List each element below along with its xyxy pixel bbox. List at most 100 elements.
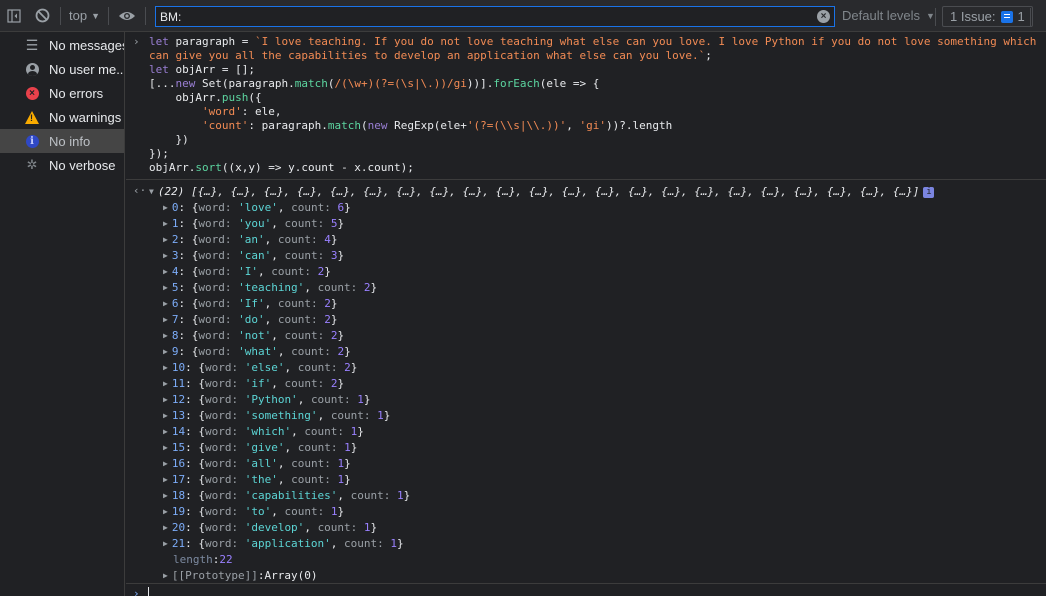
- array-item-row[interactable]: ▶ 15: {word: 'give', count: 1}: [126, 440, 1046, 456]
- item-count: 2: [324, 313, 331, 326]
- expand-triangle-icon[interactable]: ▶: [163, 217, 168, 231]
- item-word: 'do': [238, 313, 265, 326]
- toolbar-divider: [145, 6, 146, 25]
- expand-triangle-icon[interactable]: ▶: [163, 457, 168, 471]
- sidebar-item-label: No verbose: [49, 157, 116, 173]
- item-count: 1: [350, 425, 358, 438]
- sidebar-item-label: No errors: [49, 85, 104, 101]
- array-item-row[interactable]: ▶ 4: {word: 'I', count: 2}: [126, 264, 1046, 280]
- sidebar-toggle-icon: [7, 8, 21, 23]
- array-item-row[interactable]: ▶ 5: {word: 'teaching', count: 2}: [126, 280, 1046, 296]
- array-summary-text: (22) [{…}, {…}, {…}, {…}, {…}, {…}, {…},…: [157, 185, 920, 198]
- item-count: 2: [330, 377, 338, 390]
- console-input-entry: › let paragraph = `I love teaching. If y…: [126, 32, 1046, 180]
- array-item-row[interactable]: ▶ 17: {word: 'the', count: 1}: [126, 472, 1046, 488]
- item-word: 'to': [244, 505, 272, 518]
- filter-input[interactable]: [160, 9, 817, 24]
- code-block: let paragraph = `I love teaching. If you…: [149, 35, 1037, 174]
- sidebar-item-messages[interactable]: ☰ No messages: [0, 33, 124, 57]
- expand-triangle-icon[interactable]: ▶: [163, 329, 168, 343]
- array-item-row[interactable]: ▶ 12: {word: 'Python', count: 1}: [126, 392, 1046, 408]
- expand-triangle-icon[interactable]: ▶: [163, 569, 168, 583]
- levels-label: Default levels: [842, 8, 921, 23]
- array-item-row[interactable]: ▶ 6: {word: 'If', count: 2}: [126, 296, 1046, 312]
- item-index: 4: [171, 265, 179, 278]
- sidebar-item-label: No user me...: [49, 61, 124, 77]
- expand-triangle-icon[interactable]: ▶: [163, 201, 168, 215]
- array-item-row[interactable]: ▶ 13: {word: 'something', count: 1}: [126, 408, 1046, 424]
- item-index: 19: [171, 505, 186, 518]
- item-word: 'love': [238, 201, 278, 214]
- expand-triangle-icon[interactable]: ▶: [163, 281, 168, 295]
- item-count: 2: [344, 361, 351, 374]
- info-badge-icon[interactable]: i: [923, 186, 935, 198]
- array-item-row[interactable]: ▶ 10: {word: 'else', count: 2}: [126, 360, 1046, 376]
- array-item-row[interactable]: ▶ 16: {word: 'all', count: 1}: [126, 456, 1046, 472]
- item-count: 1: [397, 489, 404, 502]
- array-prototype[interactable]: ▶ [[Prototype]]: Array(0): [126, 568, 1046, 584]
- array-item-row[interactable]: ▶ 11: {word: 'if', count: 2}: [126, 376, 1046, 392]
- expand-triangle-icon[interactable]: ▶: [163, 489, 168, 503]
- item-count: 1: [337, 457, 345, 470]
- item-word: 'teaching': [238, 281, 305, 294]
- expand-triangle-icon[interactable]: ▶: [163, 313, 168, 327]
- expand-triangle-icon[interactable]: ▶: [163, 233, 168, 247]
- item-count: 2: [317, 265, 325, 278]
- console-output: › let paragraph = `I love teaching. If y…: [126, 32, 1046, 596]
- item-index: 0: [171, 201, 179, 214]
- array-summary[interactable]: ▼ (22) [{…}, {…}, {…}, {…}, {…}, {…}, {……: [126, 184, 1046, 200]
- array-item-row[interactable]: ▶ 14: {word: 'which', count: 1}: [126, 424, 1046, 440]
- sidebar-item-errors[interactable]: × No errors: [0, 81, 124, 105]
- sidebar-item-user-messages[interactable]: No user me...: [0, 57, 124, 81]
- expand-triangle-icon[interactable]: ▶: [163, 265, 168, 279]
- expand-triangle-icon[interactable]: ▶: [163, 345, 168, 359]
- context-selector[interactable]: top ▼: [65, 4, 104, 28]
- expand-triangle-icon[interactable]: ▶: [163, 537, 168, 551]
- item-index: 16: [171, 457, 186, 470]
- toggle-sidebar-button[interactable]: [0, 2, 28, 30]
- expand-triangle-icon[interactable]: ▶: [163, 393, 168, 407]
- filter-input-box[interactable]: ×: [155, 6, 835, 27]
- array-item-row[interactable]: ▶ 20: {word: 'develop', count: 1}: [126, 520, 1046, 536]
- issues-button[interactable]: 1 Issue: 1: [942, 6, 1033, 27]
- expand-triangle-icon[interactable]: ▶: [163, 377, 168, 391]
- array-item-row[interactable]: ▶ 18: {word: 'capabilities', count: 1}: [126, 488, 1046, 504]
- item-word: 'If': [238, 297, 265, 310]
- item-count: 1: [377, 409, 384, 422]
- expand-triangle-icon[interactable]: ▶: [163, 249, 168, 263]
- expand-triangle-icon[interactable]: ▶: [163, 297, 168, 311]
- error-icon: ×: [25, 86, 39, 100]
- log-levels-dropdown[interactable]: Default levels ▼: [842, 8, 935, 23]
- item-index: 3: [171, 249, 179, 262]
- expand-triangle-icon[interactable]: ▶: [163, 425, 168, 439]
- array-item-row[interactable]: ▶ 9: {word: 'what', count: 2}: [126, 344, 1046, 360]
- issues-label: 1 Issue:: [950, 9, 996, 24]
- array-item-row[interactable]: ▶ 1: {word: 'you', count: 5}: [126, 216, 1046, 232]
- expand-triangle-icon[interactable]: ▶: [163, 361, 168, 375]
- sidebar-item-warnings[interactable]: No warnings: [0, 105, 124, 129]
- expand-triangle-icon[interactable]: ▶: [163, 441, 168, 455]
- array-item-row[interactable]: ▶ 7: {word: 'do', count: 2}: [126, 312, 1046, 328]
- array-item-row[interactable]: ▶ 0: {word: 'love', count: 6}: [126, 200, 1046, 216]
- dropdown-arrow-icon: ▼: [91, 10, 100, 21]
- sidebar-item-info[interactable]: i No info: [0, 129, 124, 153]
- array-item-row[interactable]: ▶ 21: {word: 'application', count: 1}: [126, 536, 1046, 552]
- clear-console-button[interactable]: [28, 2, 56, 30]
- clear-filter-icon[interactable]: ×: [817, 10, 830, 23]
- expand-triangle-icon[interactable]: ▶: [163, 505, 168, 519]
- item-count: 5: [330, 217, 338, 230]
- array-item-row[interactable]: ▶ 2: {word: 'an', count: 4}: [126, 232, 1046, 248]
- item-index: 15: [171, 441, 186, 454]
- item-count: 2: [324, 297, 331, 310]
- array-item-row[interactable]: ▶ 8: {word: 'not', count: 2}: [126, 328, 1046, 344]
- expand-triangle-icon[interactable]: ▶: [163, 521, 168, 535]
- expand-triangle-icon[interactable]: ▶: [163, 473, 168, 487]
- expand-triangle-icon[interactable]: ▶: [163, 409, 168, 423]
- item-word: 'can': [238, 249, 272, 262]
- array-item-row[interactable]: ▶ 19: {word: 'to', count: 1}: [126, 504, 1046, 520]
- live-expression-button[interactable]: [113, 2, 141, 30]
- sidebar-item-verbose[interactable]: ✲ No verbose: [0, 153, 124, 177]
- array-item-row[interactable]: ▶ 3: {word: 'can', count: 3}: [126, 248, 1046, 264]
- console-prompt[interactable]: ›: [126, 584, 1046, 596]
- expand-triangle-icon[interactable]: ▼: [149, 185, 154, 199]
